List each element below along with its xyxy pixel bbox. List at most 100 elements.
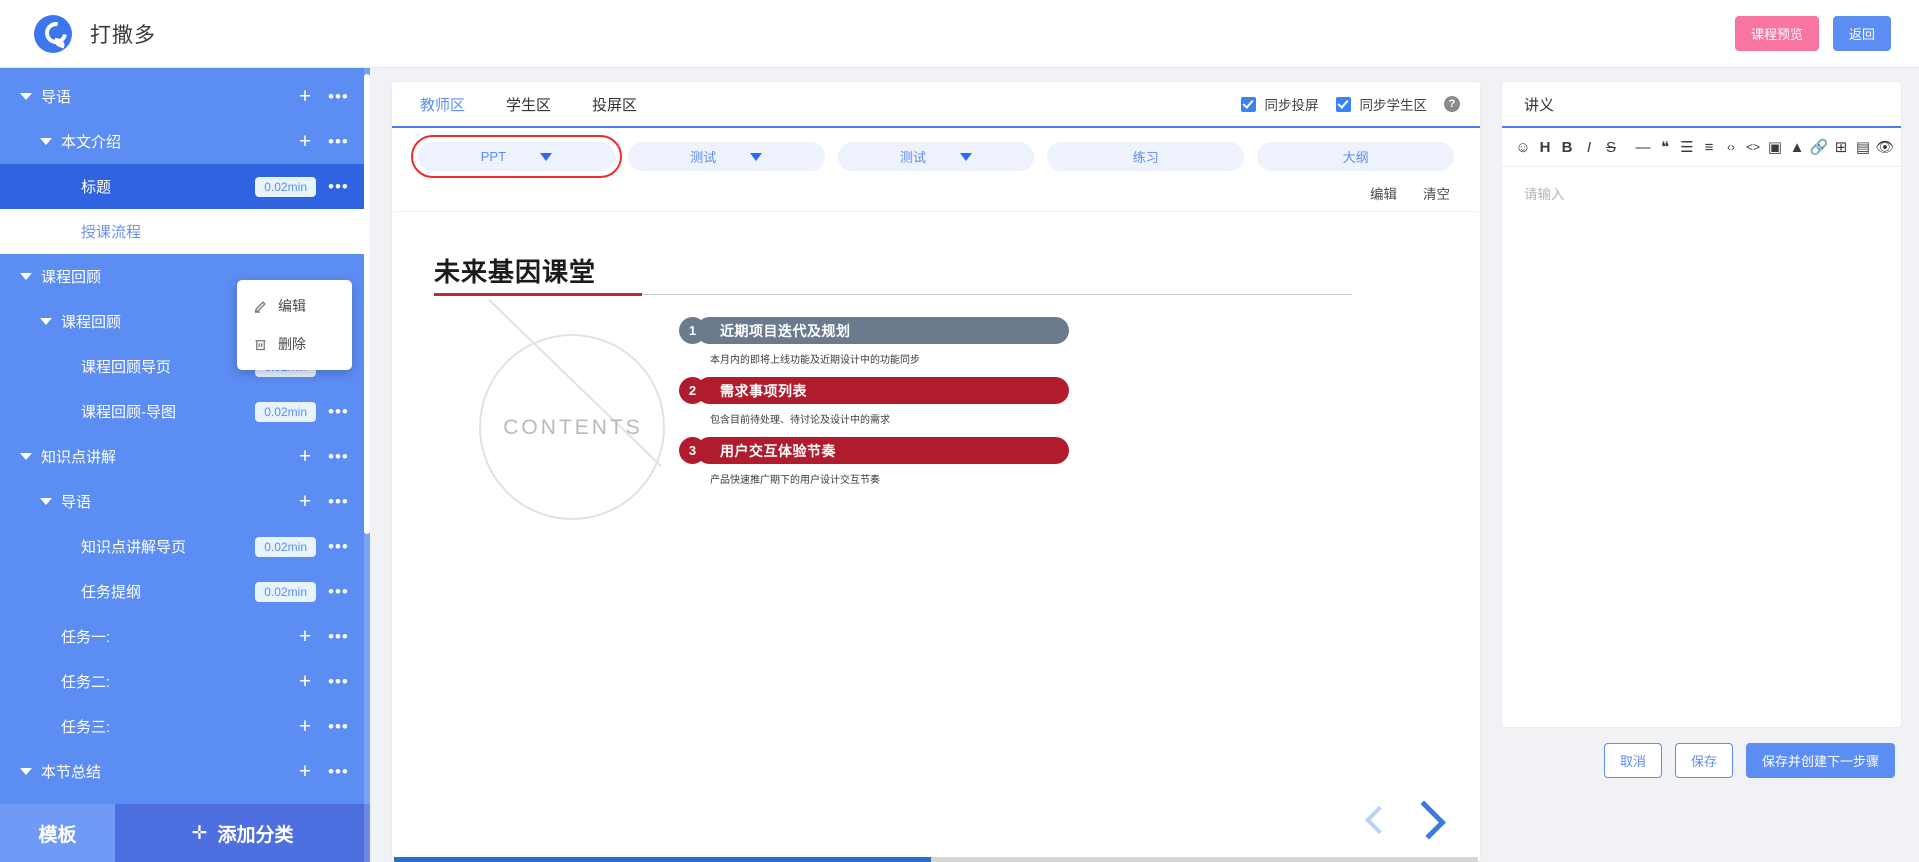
outline-node[interactable]: 授课流程 <box>0 209 370 254</box>
link-icon[interactable]: 🔗 <box>1809 135 1829 159</box>
chevron-down-icon[interactable] <box>750 152 763 161</box>
caret-down-icon[interactable] <box>20 273 32 280</box>
slide-actions: 编辑 清空 <box>392 181 1480 211</box>
node-more-icon[interactable]: ••• <box>328 673 348 690</box>
sidebar-scrollbar-thumb[interactable] <box>364 74 370 534</box>
bold-icon[interactable]: B <box>1557 135 1577 159</box>
add-node-icon[interactable]: + <box>295 491 315 512</box>
outline-node[interactable]: 知识点讲解 + ••• <box>0 434 370 479</box>
chevron-right-icon[interactable] <box>1407 800 1446 840</box>
node-more-icon[interactable]: ••• <box>328 538 348 555</box>
add-node-icon[interactable]: + <box>295 626 315 647</box>
outline-node[interactable]: 标题 0.02min ••• <box>0 164 370 209</box>
slide-action-link[interactable]: 编辑 <box>1370 183 1397 203</box>
slide-action-link[interactable]: 清空 <box>1423 183 1450 203</box>
node-duration-badge: 0.02min <box>255 536 316 557</box>
node-duration-badge: 0.02min <box>255 581 316 602</box>
outline-node[interactable]: 知识点讲解导页 0.02min ••• <box>0 524 370 569</box>
node-more-icon[interactable]: ••• <box>328 628 348 645</box>
node-more-icon[interactable]: ••• <box>328 448 348 465</box>
footer-action-button[interactable]: 保存并创建下一步骤 <box>1745 743 1895 778</box>
add-node-icon[interactable]: + <box>295 671 315 692</box>
footer-action-button[interactable]: 保存 <box>1674 743 1733 778</box>
add-node-icon[interactable]: + <box>295 761 315 782</box>
resource-pill[interactable]: 大纲 <box>1257 142 1454 171</box>
image-icon[interactable]: ▣ <box>1765 135 1785 159</box>
slide-progress-track[interactable] <box>394 857 1478 862</box>
italic-icon[interactable]: I <box>1579 135 1599 159</box>
node-more-icon[interactable]: ••• <box>328 583 348 600</box>
area-tab[interactable]: 教师区 <box>418 90 467 119</box>
video-icon[interactable]: ▲ <box>1787 135 1807 159</box>
add-node-icon[interactable]: + <box>295 86 315 107</box>
quote-icon[interactable]: ❝ <box>1655 135 1675 159</box>
caret-down-icon[interactable] <box>40 318 52 325</box>
outline-node[interactable]: 本节总结 + ••• <box>0 749 370 794</box>
caret-down-icon[interactable] <box>20 768 32 775</box>
outline-node[interactable]: 本文介绍 + ••• <box>0 119 370 164</box>
layout-icon[interactable]: ▤ <box>1853 135 1873 159</box>
add-node-icon[interactable]: + <box>295 716 315 737</box>
caret-down-icon[interactable] <box>20 93 32 100</box>
numbered-list-icon[interactable]: ≡ <box>1699 135 1719 159</box>
chevron-left-icon[interactable] <box>1364 805 1394 835</box>
context-menu-edit[interactable]: 编辑 <box>237 287 352 325</box>
node-context-menu[interactable]: 编辑 删除 <box>237 280 352 370</box>
top-bar-actions: 课程预览 返回 <box>1734 16 1891 51</box>
node-more-icon[interactable]: ••• <box>328 178 348 195</box>
outline-node[interactable]: 导语 + ••• <box>0 479 370 524</box>
resource-pill[interactable]: 练习 <box>1047 142 1245 171</box>
course-preview-button[interactable]: 课程预览 <box>1734 16 1819 51</box>
horizontal-rule-icon[interactable]: — <box>1633 135 1653 159</box>
heading-icon[interactable]: H <box>1535 135 1555 159</box>
resource-pill[interactable]: 测试 <box>627 142 825 171</box>
node-more-icon[interactable]: ••• <box>328 718 348 735</box>
outline-node[interactable]: 任务二: + ••• <box>0 659 370 704</box>
node-more-icon[interactable]: ••• <box>328 763 348 780</box>
chevron-down-icon[interactable] <box>960 152 972 161</box>
node-more-icon[interactable]: ••• <box>328 88 348 105</box>
strikethrough-icon[interactable]: S <box>1601 135 1621 159</box>
outline-node[interactable]: 任务三: + ••• <box>0 704 370 749</box>
caret-down-icon[interactable] <box>40 498 52 505</box>
table-icon[interactable]: ⊞ <box>1831 135 1851 159</box>
emoji-icon[interactable]: ☺ <box>1513 135 1533 159</box>
add-node-icon[interactable]: + <box>295 446 315 467</box>
template-button[interactable]: 模板 <box>0 804 115 862</box>
outline-node[interactable]: 课程回顾-导图 0.02min ••• <box>0 389 370 434</box>
node-more-icon[interactable]: ••• <box>328 403 348 420</box>
outline-node[interactable]: 导语 + ••• <box>0 74 370 119</box>
outline-node[interactable]: 任务提纲 0.02min ••• <box>0 569 370 614</box>
bullet-list-icon[interactable]: ☰ <box>1677 135 1697 159</box>
resource-pill[interactable]: 测试 <box>837 142 1035 171</box>
area-tab[interactable]: 投屏区 <box>590 90 639 119</box>
slide-preview[interactable]: 未来基因课堂 CONTENTS 1 近期项目迭代及规划 本月内的即将上线功能及近期设… <box>394 211 1478 862</box>
question-mark-icon[interactable]: ? <box>1444 96 1460 112</box>
sidebar-scrollbar-track[interactable] <box>364 68 370 862</box>
footer-action-button[interactable]: 取消 <box>1603 743 1662 778</box>
caret-down-icon[interactable] <box>40 138 52 145</box>
area-tab[interactable]: 学生区 <box>504 90 553 119</box>
node-more-icon[interactable]: ••• <box>328 493 348 510</box>
chevron-down-icon[interactable] <box>540 152 553 161</box>
resource-pill-label: PPT <box>480 149 507 164</box>
slide-content-item: 1 近期项目迭代及规划 本月内的即将上线功能及近期设计中的功能同步 <box>679 317 1069 366</box>
area-tabs-list: 教师区 学生区 投屏区 <box>418 90 676 119</box>
back-button[interactable]: 返回 <box>1832 16 1891 51</box>
outline-node-label: 导语 <box>41 89 72 106</box>
inline-code-icon[interactable]: ‹› <box>1721 135 1741 159</box>
add-category-button[interactable]: ✛ 添加分类 <box>115 804 370 862</box>
sync-screen-checkbox[interactable] <box>1240 96 1256 112</box>
caret-down-icon[interactable] <box>20 453 32 460</box>
fullscreen-icon[interactable]: ⤢ <box>1897 135 1902 159</box>
handout-editor[interactable]: 请输入 <box>1502 167 1901 727</box>
sync-student-checkbox[interactable] <box>1335 96 1351 112</box>
outline-node[interactable]: 任务一: + ••• <box>0 614 370 659</box>
code-block-icon[interactable]: <> <box>1743 135 1763 159</box>
context-menu-delete[interactable]: 删除 <box>237 325 352 363</box>
node-more-icon[interactable]: ••• <box>328 133 348 150</box>
add-node-icon[interactable]: + <box>295 131 315 152</box>
preview-eye-icon[interactable]: 👁 <box>1875 135 1895 159</box>
sidebar: 导语+•••本文介绍+•••标题0.02min•••授课流程课程回顾课程回顾+•… <box>0 68 370 862</box>
resource-pill[interactable]: PPT <box>411 135 622 178</box>
